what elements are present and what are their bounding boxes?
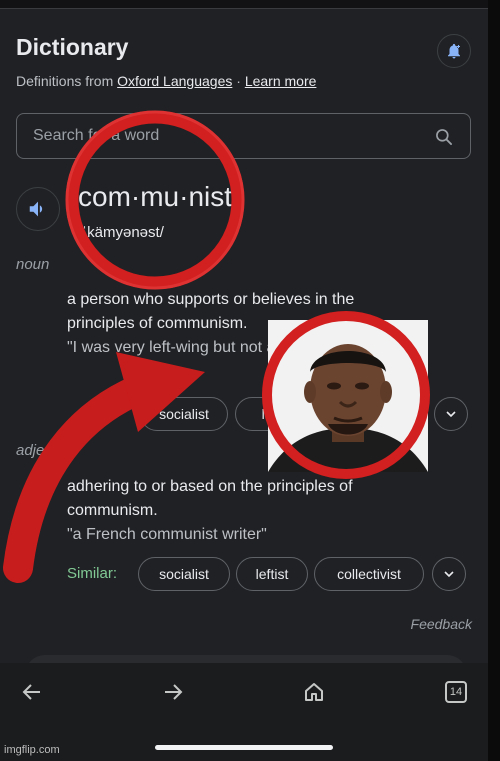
meme-annotations: [3, 110, 430, 583]
red-arrow: [3, 352, 205, 583]
highlight-circle-photo: [262, 311, 430, 479]
highlight-circle-word: [65, 110, 245, 290]
